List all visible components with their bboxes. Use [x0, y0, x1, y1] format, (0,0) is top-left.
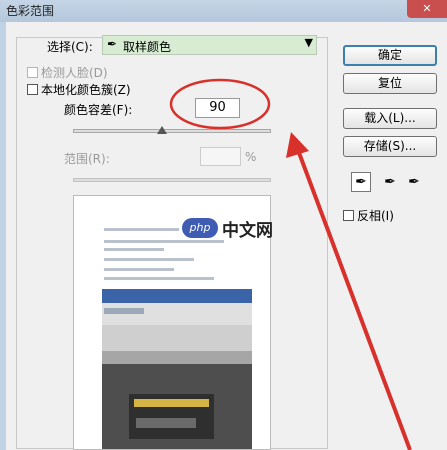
eyedropper-plus-tool[interactable]: ✒	[380, 172, 400, 192]
eyedropper-minus-icon: ✒	[408, 174, 420, 190]
eyedropper-tool[interactable]: ✒	[351, 172, 371, 192]
load-button[interactable]: 载入(L)...	[343, 108, 437, 129]
save-button[interactable]: 存储(S)...	[343, 136, 437, 157]
invert-label: 反相(I)	[357, 209, 394, 223]
reset-button[interactable]: 复位	[343, 73, 437, 94]
invert-checkbox[interactable]	[343, 210, 354, 221]
annotation-layer	[169, 78, 412, 450]
ok-button[interactable]: 确定	[343, 45, 437, 66]
eyedropper-icon: ✒	[355, 174, 367, 190]
eyedropper-minus-tool[interactable]: ✒	[404, 172, 424, 192]
eyedropper-plus-icon: ✒	[384, 174, 396, 190]
annotation-arrow-shaft	[296, 149, 412, 450]
annotation-circle	[169, 78, 271, 130]
annotation-arrow-head	[286, 132, 309, 158]
